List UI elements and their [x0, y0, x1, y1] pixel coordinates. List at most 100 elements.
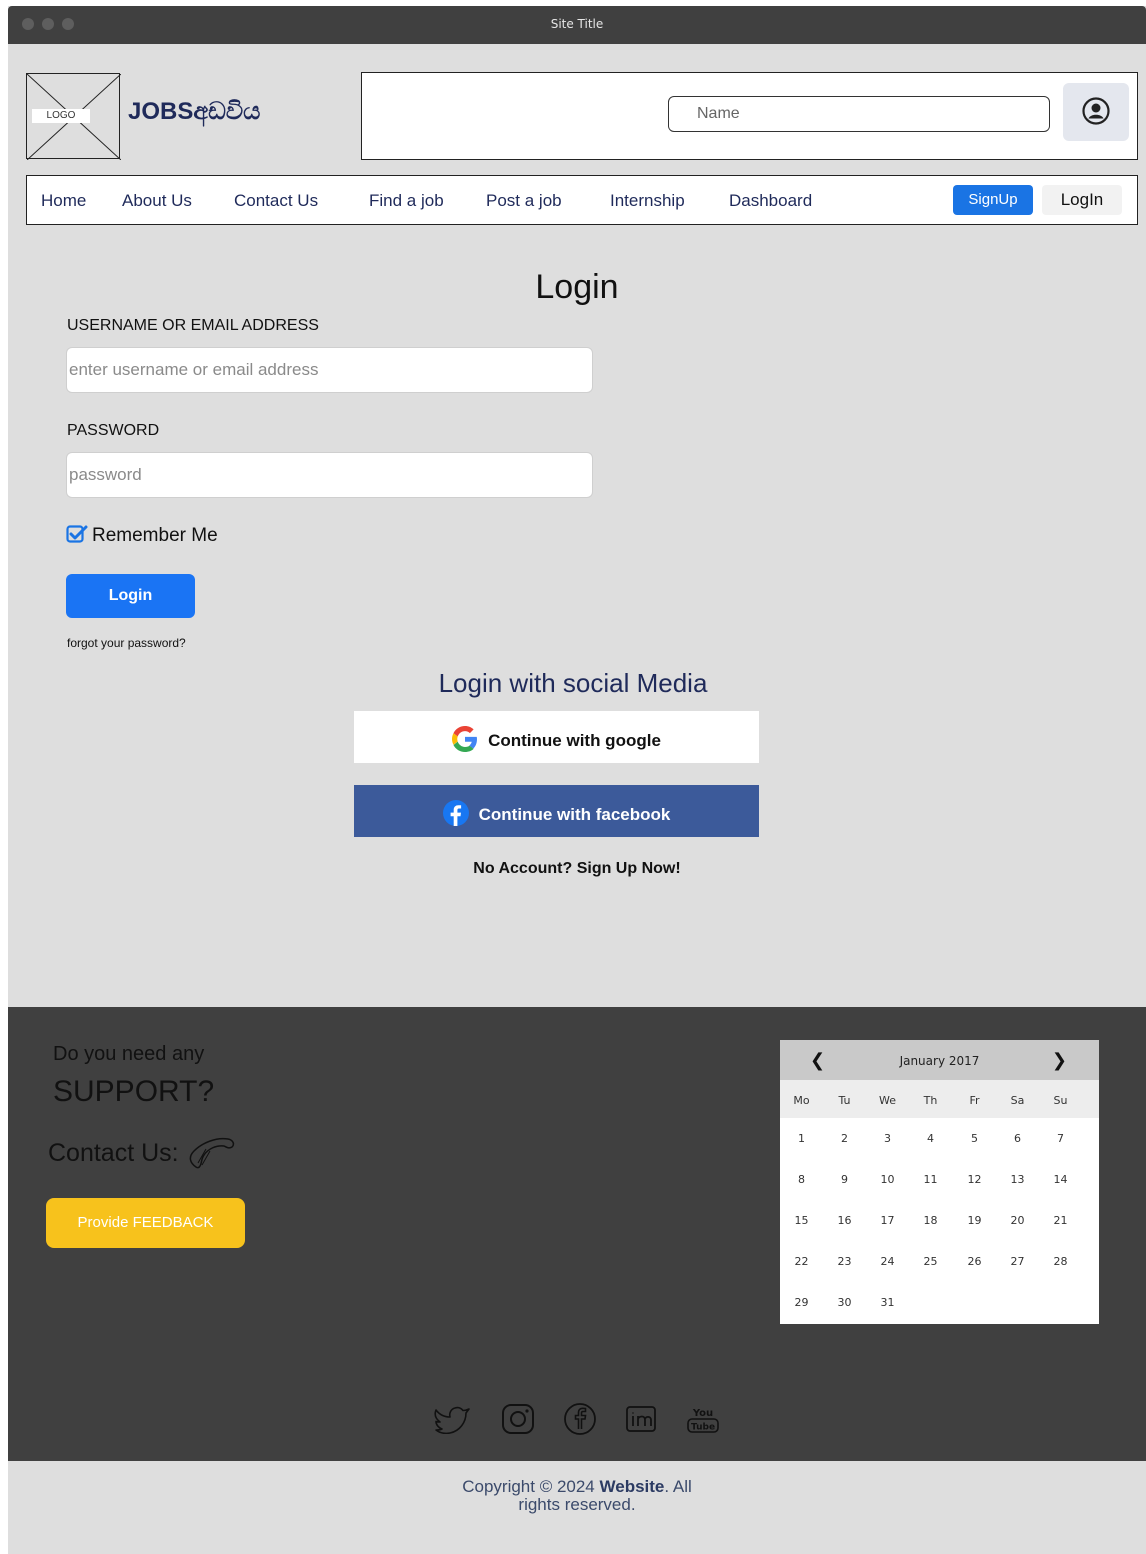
- weekday-label: Tu: [838, 1094, 851, 1107]
- nav-about-us[interactable]: About Us: [122, 191, 192, 211]
- nav-contact-us[interactable]: Contact Us: [234, 191, 318, 211]
- google-login-button[interactable]: Continue with google: [354, 711, 759, 763]
- copyright-suffix: . All: [664, 1477, 692, 1496]
- facebook-login-label: Continue with facebook: [478, 805, 671, 824]
- logo-placeholder: LOGO: [26, 73, 121, 160]
- remember-me-label: Remember Me: [92, 525, 218, 546]
- calendar-day[interactable]: 3: [866, 1132, 909, 1145]
- calendar-day[interactable]: 24: [866, 1255, 909, 1268]
- user-icon: [1082, 97, 1110, 125]
- provide-feedback-button[interactable]: Provide FEEDBACK: [46, 1198, 245, 1248]
- calendar-day[interactable]: 14: [1039, 1173, 1082, 1186]
- svg-text:You: You: [692, 1408, 713, 1419]
- calendar-day[interactable]: 7: [1039, 1132, 1082, 1145]
- support-subtitle: Do you need any: [53, 1043, 205, 1065]
- calendar-day[interactable]: 23: [823, 1255, 866, 1268]
- copyright-site-link[interactable]: Website: [600, 1477, 665, 1496]
- calendar-day[interactable]: 21: [1039, 1214, 1082, 1227]
- weekday-label: Th: [923, 1094, 938, 1107]
- google-login-label: Continue with google: [488, 731, 661, 750]
- calendar-day[interactable]: 20: [996, 1214, 1039, 1227]
- login-button[interactable]: Login: [66, 574, 195, 618]
- nav-home[interactable]: Home: [41, 191, 86, 211]
- calendar-day[interactable]: 11: [909, 1173, 952, 1186]
- signup-button[interactable]: SignUp: [953, 185, 1033, 215]
- calendar-day[interactable]: 29: [780, 1296, 823, 1309]
- copyright-text: Copyright © 2024 Website. All rights res…: [8, 1478, 1146, 1514]
- contact-us-label: Contact Us:: [48, 1139, 179, 1167]
- calendar-day[interactable]: 2: [823, 1132, 866, 1145]
- twitter-icon[interactable]: [433, 1404, 473, 1439]
- remember-me-checkbox[interactable]: Remember Me: [66, 524, 218, 547]
- username-label: USERNAME OR EMAIL ADDRESS: [67, 317, 319, 334]
- copyright-line2: rights reserved.: [518, 1495, 636, 1514]
- nav-internship[interactable]: Internship: [610, 191, 685, 211]
- calendar-day[interactable]: 5: [953, 1132, 996, 1145]
- calendar-day[interactable]: 13: [996, 1173, 1039, 1186]
- main-nav: Home About Us Contact Us Find a job Post…: [26, 175, 1138, 225]
- forgot-password-link[interactable]: forgot your password?: [67, 636, 186, 650]
- nav-post-a-job[interactable]: Post a job: [486, 191, 562, 211]
- svg-text:Tube: Tube: [691, 1423, 715, 1433]
- calendar-day[interactable]: 9: [823, 1173, 866, 1186]
- social-login-heading: Login with social Media: [438, 668, 708, 698]
- nav-find-a-job[interactable]: Find a job: [369, 191, 444, 211]
- youtube-icon[interactable]: You Tube: [685, 1402, 721, 1441]
- weekday-label: Su: [1053, 1094, 1068, 1107]
- calendar-day[interactable]: 31: [866, 1296, 909, 1309]
- weekday-label: Sa: [1010, 1094, 1025, 1107]
- calendar-day[interactable]: 6: [996, 1132, 1039, 1145]
- support-title: SUPPORT?: [53, 1075, 215, 1108]
- weekday-label: Mo: [793, 1094, 810, 1107]
- title-bar: Site Title: [8, 6, 1146, 44]
- calendar-day[interactable]: 12: [953, 1173, 996, 1186]
- calendar-day[interactable]: 25: [909, 1255, 952, 1268]
- password-input[interactable]: [66, 452, 593, 498]
- calendar-day[interactable]: 18: [909, 1214, 952, 1227]
- calendar-day[interactable]: 30: [823, 1296, 866, 1309]
- calendar-day[interactable]: 22: [780, 1255, 823, 1268]
- brand-name[interactable]: JOBSඅඩවිය: [128, 98, 260, 126]
- calendar-day[interactable]: 8: [780, 1173, 823, 1186]
- calendar-day[interactable]: 19: [953, 1214, 996, 1227]
- calendar-day[interactable]: 27: [996, 1255, 1039, 1268]
- checkbox-checked-icon: [66, 525, 88, 543]
- calendar-day[interactable]: 26: [953, 1255, 996, 1268]
- footer: Do you need any SUPPORT? Contact Us: Pro…: [8, 1007, 1146, 1461]
- logo-label: LOGO: [32, 109, 90, 123]
- calendar-day[interactable]: 15: [780, 1214, 823, 1227]
- facebook-outline-icon[interactable]: [562, 1401, 598, 1442]
- page-title: Login: [535, 268, 619, 306]
- linkedin-icon[interactable]: [624, 1404, 658, 1439]
- calendar-day[interactable]: 4: [909, 1132, 952, 1145]
- calendar-header: ❮ January 2017 ❯: [780, 1040, 1099, 1080]
- google-icon: [452, 726, 478, 752]
- calendar-weekday-row: Mo Tu We Th Fr Sa Su: [780, 1080, 1099, 1118]
- calendar-day[interactable]: 17: [866, 1214, 909, 1227]
- login-nav-button[interactable]: LogIn: [1042, 185, 1122, 215]
- calendar-day[interactable]: 16: [823, 1214, 866, 1227]
- password-label: PASSWORD: [67, 422, 160, 439]
- facebook-login-button[interactable]: Continue with facebook: [354, 785, 759, 837]
- weekday-label: Fr: [969, 1094, 980, 1107]
- calendar-day[interactable]: 28: [1039, 1255, 1082, 1268]
- phone-icon: [189, 1137, 234, 1169]
- header-search-panel: [361, 72, 1138, 160]
- calendar-day[interactable]: 10: [866, 1173, 909, 1186]
- browser-window: Site Title LOGO JOBSඅඩවිය Home About Us …: [8, 6, 1146, 1554]
- window-title: Site Title: [550, 17, 604, 31]
- facebook-icon: [442, 800, 469, 826]
- nav-dashboard[interactable]: Dashboard: [729, 191, 812, 211]
- signup-now-link[interactable]: No Account? Sign Up Now!: [8, 860, 1146, 878]
- weekday-label: We: [879, 1094, 896, 1107]
- user-profile-button[interactable]: [1063, 83, 1129, 141]
- footer-social-icons: You Tube: [8, 1401, 1146, 1442]
- calendar-widget: ❮ January 2017 ❯ Mo Tu We Th Fr Sa Su 12…: [780, 1040, 1099, 1324]
- calendar-day[interactable]: 1: [780, 1132, 823, 1145]
- instagram-icon[interactable]: [500, 1402, 536, 1441]
- copyright-prefix: Copyright © 2024: [462, 1477, 600, 1496]
- name-search-input[interactable]: [668, 96, 1050, 132]
- username-input[interactable]: [66, 347, 593, 393]
- calendar-next-button[interactable]: ❯: [1052, 1050, 1067, 1071]
- contact-us[interactable]: Contact Us:: [48, 1135, 236, 1169]
